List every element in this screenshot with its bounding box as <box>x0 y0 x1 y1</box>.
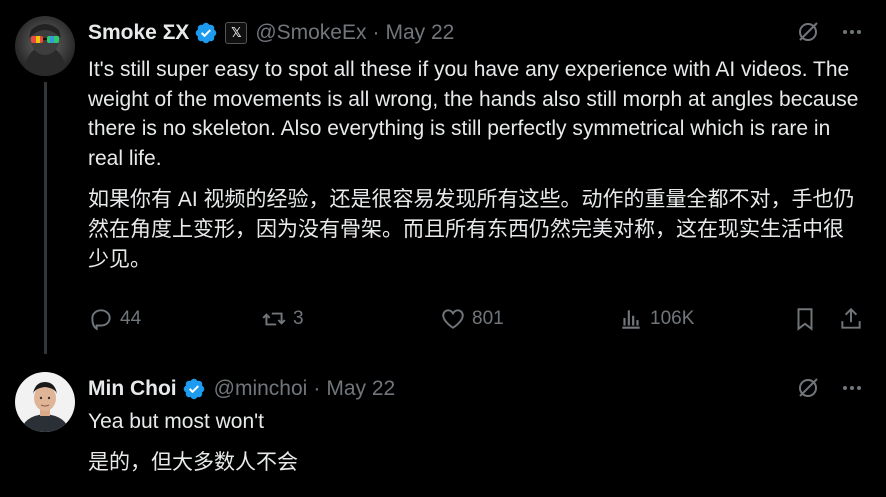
tweet-text-chinese: 如果你有 AI 视频的经验，还是很容易发现所有这些。动作的重量全都不对，手也仍然… <box>88 188 855 271</box>
bookmark-button[interactable] <box>792 306 818 332</box>
timestamp[interactable]: May 22 <box>386 21 455 45</box>
verified-badge-icon <box>196 22 217 44</box>
grok-icon[interactable] <box>796 20 820 44</box>
tweet-text-english: Yea but most won't <box>88 410 265 433</box>
tweet-header: Min Choi @minchoi · May 22 <box>88 376 395 402</box>
views-button[interactable]: 106K <box>618 306 694 332</box>
verified-badge-icon <box>183 378 204 400</box>
reply-button[interactable]: 44 <box>88 306 141 332</box>
share-button[interactable] <box>838 306 864 332</box>
display-name[interactable]: Min Choi <box>88 377 177 401</box>
handle[interactable]: @SmokeEx <box>255 21 366 45</box>
retweet-icon <box>262 312 286 326</box>
tweet-actions: 44 3 801 106K <box>88 306 868 336</box>
more-icon[interactable] <box>840 20 864 44</box>
views-icon <box>622 310 640 329</box>
share-icon <box>841 307 861 329</box>
like-icon <box>442 309 464 329</box>
like-button[interactable]: 801 <box>440 306 504 332</box>
avatar-smokeex[interactable] <box>15 16 75 76</box>
more-icon[interactable] <box>840 376 864 400</box>
like-count: 801 <box>472 308 504 329</box>
handle[interactable]: @minchoi <box>214 377 308 401</box>
thread-line <box>44 82 47 354</box>
tweet-text-english: It's still super easy to spot all these … <box>88 58 859 170</box>
tweet-smokeex[interactable]: Smoke ΣΧ 𝕏 @SmokeEx · May 22 It's still … <box>0 0 886 354</box>
tweet-header: Smoke ΣΧ 𝕏 @SmokeEx · May 22 <box>88 20 454 46</box>
display-name[interactable]: Smoke ΣΧ <box>88 21 189 45</box>
timestamp[interactable]: May 22 <box>326 377 395 401</box>
tweet-minchoi[interactable]: Min Choi @minchoi · May 22 Yea but most … <box>0 356 886 497</box>
view-count: 106K <box>650 308 695 329</box>
retweet-button[interactable]: 3 <box>261 306 304 332</box>
bookmark-icon <box>797 308 813 331</box>
grok-icon[interactable] <box>796 376 820 400</box>
separator: · <box>313 377 321 400</box>
x-affiliate-icon: 𝕏 <box>225 22 248 44</box>
separator: · <box>372 21 380 44</box>
tweet-top-actions <box>796 376 864 400</box>
tweet-top-actions <box>796 20 864 44</box>
avatar-minchoi[interactable] <box>15 372 75 432</box>
reply-count: 44 <box>120 308 142 329</box>
tweet-text-chinese: 是的，但大多数人不会 <box>88 451 298 474</box>
reply-icon <box>91 309 111 331</box>
retweet-count: 3 <box>293 308 304 329</box>
